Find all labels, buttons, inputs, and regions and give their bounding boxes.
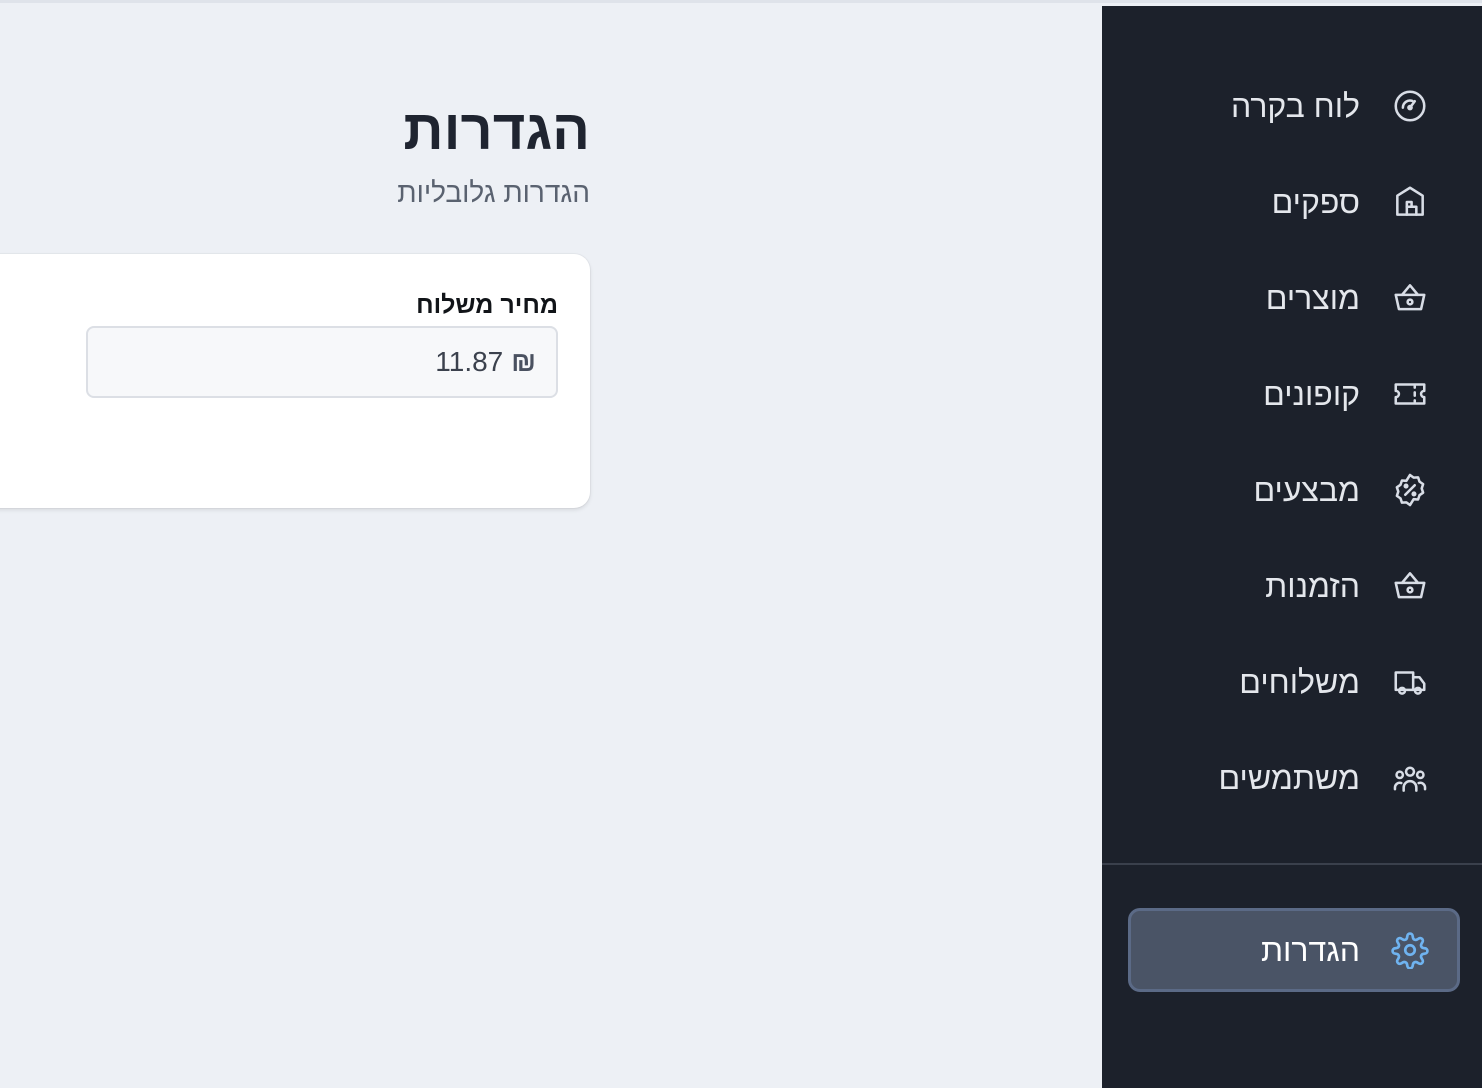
sidebar: לוח בקרה ספקים מוצרים קופונים מבצעים הזמ… bbox=[1102, 6, 1482, 1088]
sidebar-item-label: מוצרים bbox=[1265, 280, 1360, 316]
shipping-price-value: 11.87 bbox=[435, 346, 504, 377]
sidebar-item-promotions[interactable]: מבצעים bbox=[1102, 442, 1482, 538]
page-title: הגדרות bbox=[403, 98, 590, 161]
sidebar-nav: לוח בקרה ספקים מוצרים קופונים מבצעים הזמ… bbox=[1102, 6, 1482, 826]
sidebar-item-dashboard[interactable]: לוח בקרה bbox=[1102, 58, 1482, 154]
sidebar-item-label: הזמנות bbox=[1265, 568, 1360, 604]
basket-icon bbox=[1390, 278, 1430, 318]
sidebar-item-users[interactable]: משתמשים bbox=[1102, 730, 1482, 826]
shekel-currency-symbol: ₪ bbox=[511, 346, 536, 377]
sidebar-item-label: משתמשים bbox=[1218, 760, 1360, 796]
sidebar-item-settings[interactable]: הגדרות bbox=[1128, 908, 1460, 992]
main-content: הגדרות הגדרות גלובליות מחיר משלוח ₪ 11.8… bbox=[0, 6, 1102, 1088]
sidebar-item-label: קופונים bbox=[1263, 376, 1360, 412]
sidebar-item-label: הגדרות bbox=[1260, 932, 1360, 968]
gauge-icon bbox=[1390, 86, 1430, 126]
sidebar-item-label: משלוחים bbox=[1239, 664, 1360, 700]
shipping-price-input[interactable]: ₪ 11.87 bbox=[86, 326, 558, 398]
settings-card: מחיר משלוח ₪ 11.87 bbox=[0, 254, 590, 508]
sidebar-item-shipments[interactable]: משלוחים bbox=[1102, 634, 1482, 730]
shipping-price-label: מחיר משלוח bbox=[416, 291, 558, 319]
page-subtitle: הגדרות גלובליות bbox=[397, 177, 590, 208]
sidebar-item-suppliers[interactable]: ספקים bbox=[1102, 154, 1482, 250]
sidebar-item-products[interactable]: מוצרים bbox=[1102, 250, 1482, 346]
store-icon bbox=[1390, 182, 1430, 222]
truck-icon bbox=[1390, 662, 1430, 702]
sidebar-item-label: מבצעים bbox=[1253, 472, 1360, 508]
basket-icon bbox=[1390, 566, 1430, 606]
ticket-icon bbox=[1390, 374, 1430, 414]
sidebar-item-orders[interactable]: הזמנות bbox=[1102, 538, 1482, 634]
sidebar-item-label: ספקים bbox=[1271, 184, 1360, 220]
sidebar-divider bbox=[1102, 863, 1482, 865]
sidebar-item-coupons[interactable]: קופונים bbox=[1102, 346, 1482, 442]
users-icon bbox=[1390, 758, 1430, 798]
app-root: הגדרות הגדרות גלובליות מחיר משלוח ₪ 11.8… bbox=[0, 0, 1482, 1088]
sidebar-item-label: לוח בקרה bbox=[1230, 88, 1360, 124]
discount-badge-icon bbox=[1390, 470, 1430, 510]
gear-icon bbox=[1390, 930, 1430, 970]
